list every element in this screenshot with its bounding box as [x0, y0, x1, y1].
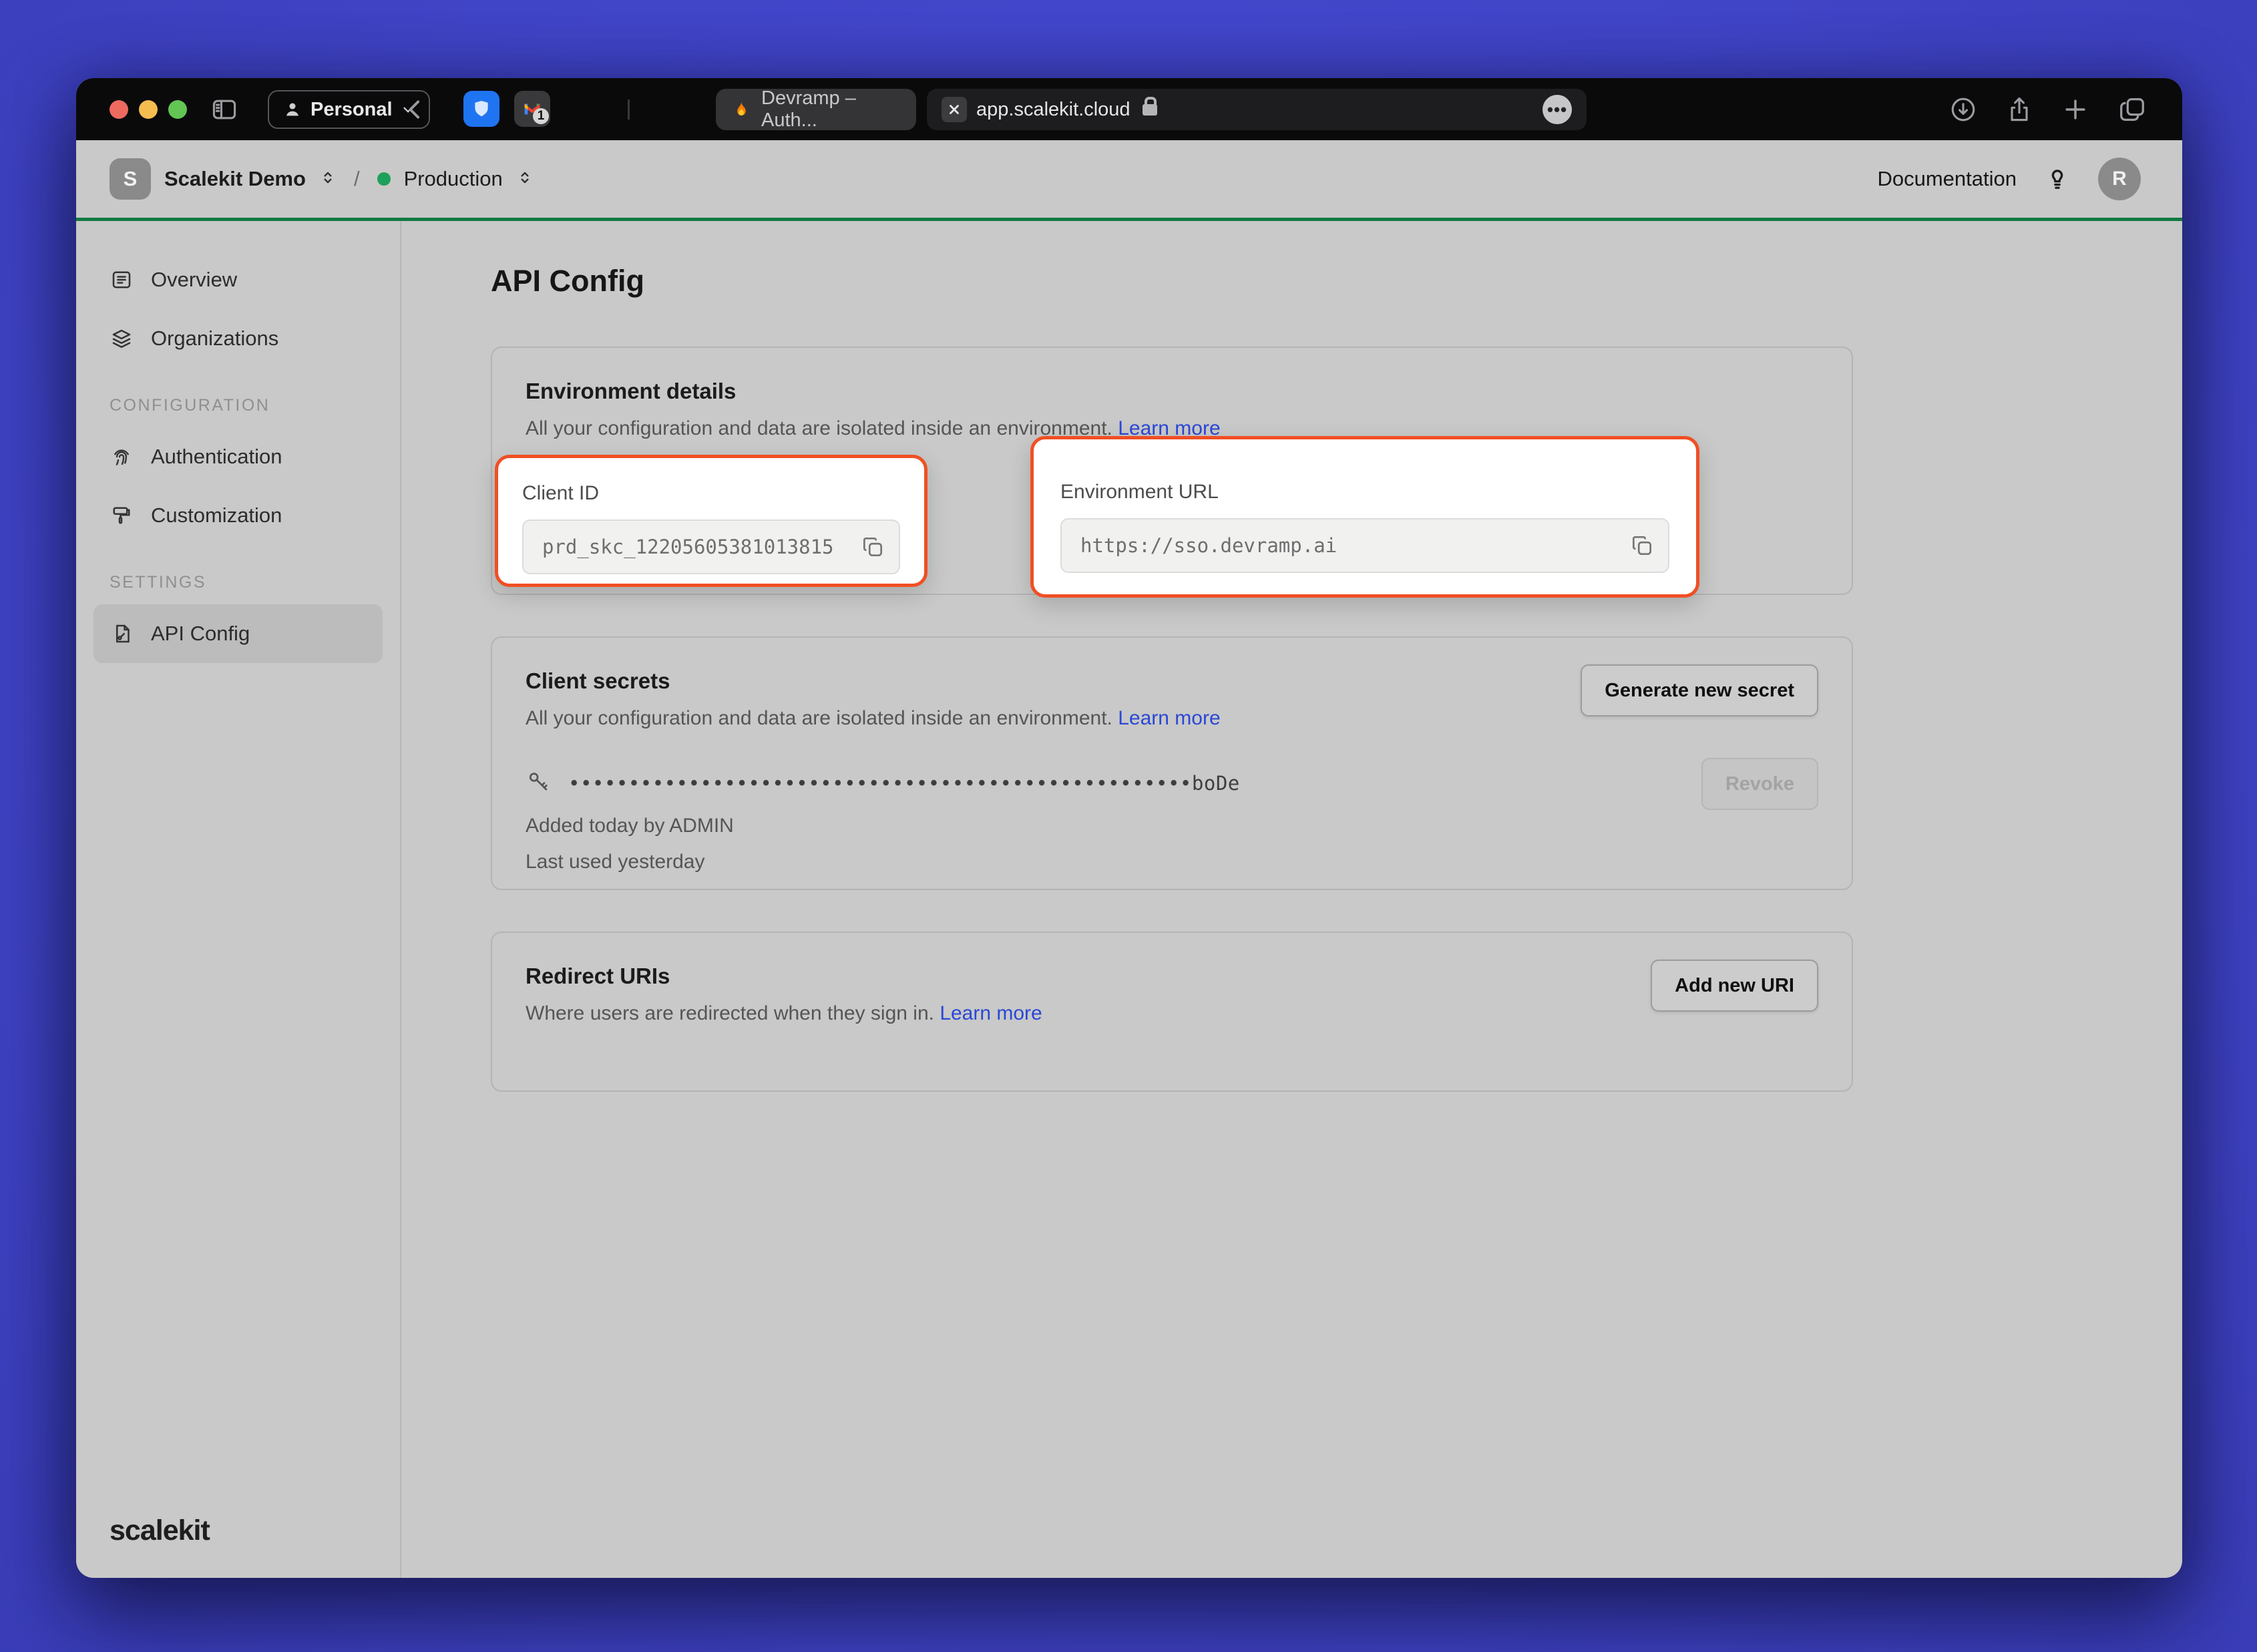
key-icon: [526, 769, 551, 797]
environment-name: Production: [404, 167, 503, 191]
org-switcher[interactable]: [319, 169, 337, 190]
page-title: API Config: [491, 264, 2182, 298]
sidebar-item-label: API Config: [151, 622, 250, 646]
client-id-highlight: Client ID: [495, 455, 928, 587]
environment-details-card: Environment details All your configurati…: [491, 347, 1853, 595]
person-icon: [282, 99, 302, 120]
sidebar-section-settings: SETTINGS: [110, 573, 383, 592]
environment-url-highlight: Environment URL: [1030, 436, 1699, 598]
sidebar-item-label: Organizations: [151, 327, 278, 351]
paint-roller-icon: [110, 503, 134, 528]
close-window-button[interactable]: [110, 100, 128, 119]
sidebar-item-organizations[interactable]: Organizations: [93, 309, 383, 368]
share-icon[interactable]: [2005, 95, 2034, 124]
password-manager-extension-icon[interactable]: [463, 91, 499, 127]
environment-status-dot: [377, 172, 391, 186]
org-name: Scalekit Demo: [164, 167, 306, 191]
gmail-badge: 1: [533, 108, 549, 124]
fingerprint-icon: [110, 445, 134, 469]
back-button[interactable]: [402, 78, 429, 140]
revoke-button[interactable]: Revoke: [1701, 758, 1818, 810]
zoom-window-button[interactable]: [168, 100, 187, 119]
api-config-icon: [110, 622, 134, 646]
scalekit-logo: scalekit: [93, 1514, 383, 1547]
tab-devramp[interactable]: Devramp – Auth...: [716, 89, 916, 130]
minimize-window-button[interactable]: [139, 100, 158, 119]
learn-more-link[interactable]: Learn more: [940, 1002, 1042, 1024]
organizations-icon: [110, 327, 134, 351]
gmail-extension-icon[interactable]: 1: [514, 91, 550, 127]
client-id-label: Client ID: [522, 482, 900, 505]
secret-last-used-line: Last used yesterday: [526, 851, 1818, 873]
scalekit-favicon-icon: [942, 97, 967, 122]
tab-more-button[interactable]: •••: [1543, 95, 1572, 124]
environment-url-input[interactable]: [1080, 534, 1649, 557]
org-avatar: S: [110, 158, 151, 200]
client-secrets-card: Client secrets All your configuration an…: [491, 636, 1853, 890]
copy-icon[interactable]: [860, 534, 885, 560]
sidebar-item-overview[interactable]: Overview: [93, 250, 383, 309]
environment-switcher[interactable]: [516, 169, 534, 190]
profile-label: Personal: [311, 99, 393, 121]
toolbar-divider: [628, 99, 630, 120]
generate-new-secret-button[interactable]: Generate new secret: [1581, 664, 1818, 716]
sidebar-item-api-config[interactable]: API Config: [93, 604, 383, 663]
tab-title: Devramp – Auth...: [761, 87, 901, 132]
browser-titlebar: Personal 1 Dev: [76, 78, 2182, 140]
sidebar-item-label: Authentication: [151, 445, 282, 469]
sidebar-item-label: Customization: [151, 503, 282, 528]
secret-added-line: Added today by ADMIN: [526, 815, 1818, 837]
breadcrumb-separator: /: [354, 167, 360, 191]
environment-url-label: Environment URL: [1060, 481, 1669, 503]
firebase-flame-icon: [731, 99, 752, 120]
sidebar-section-configuration: CONFIGURATION: [110, 396, 383, 415]
window-controls: [110, 100, 187, 119]
tab-url: app.scalekit.cloud: [976, 99, 1131, 121]
card-title: Environment details: [526, 379, 1818, 404]
copy-icon[interactable]: [1629, 533, 1655, 558]
lightbulb-icon[interactable]: [2043, 164, 2071, 195]
app-header: S Scalekit Demo / Production Documentati…: [76, 140, 2182, 221]
documentation-link[interactable]: Documentation: [1877, 167, 2017, 191]
breadcrumb: S Scalekit Demo / Production: [110, 158, 534, 200]
downloads-icon[interactable]: [1948, 95, 1978, 124]
card-description: Where users are redirected when they sig…: [526, 1002, 1818, 1025]
new-tab-icon[interactable]: [2061, 95, 2090, 124]
main-content: API Config Environment details All your …: [401, 221, 2182, 1578]
sidebar-item-customization[interactable]: Customization: [93, 486, 383, 545]
sidebar-toggle-icon[interactable]: [210, 78, 239, 140]
user-avatar[interactable]: R: [2098, 158, 2141, 200]
learn-more-link[interactable]: Learn more: [1118, 707, 1220, 729]
secret-row: ••••••••••••••••••••••••••••••••••••••••…: [526, 769, 1818, 797]
redirect-uris-card: Redirect URIs Where users are redirected…: [491, 932, 1853, 1092]
secret-masked-value: ••••••••••••••••••••••••••••••••••••••••…: [568, 772, 1240, 795]
sidebar-item-label: Overview: [151, 268, 237, 292]
sidebar-item-authentication[interactable]: Authentication: [93, 427, 383, 486]
tab-scalekit[interactable]: app.scalekit.cloud •••: [927, 89, 1587, 130]
card-title: Redirect URIs: [526, 964, 1818, 989]
lock-icon: [1143, 104, 1157, 116]
sidebar: Overview Organizations CONFIGURATION Aut…: [76, 221, 401, 1578]
client-id-input[interactable]: [542, 536, 880, 558]
tab-overview-icon[interactable]: [2117, 94, 2147, 125]
browser-window: Personal 1 Dev: [76, 78, 2182, 1578]
overview-icon: [110, 268, 134, 292]
add-new-uri-button[interactable]: Add new URI: [1651, 960, 1818, 1012]
